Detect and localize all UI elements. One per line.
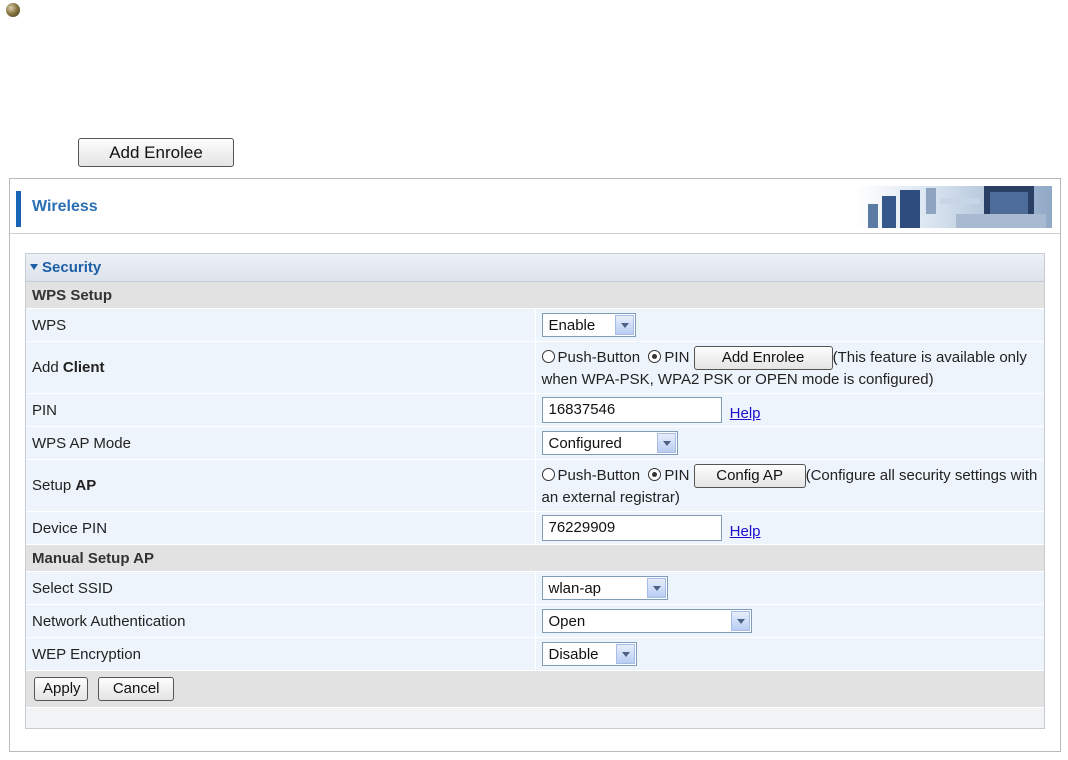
pin-label: PIN	[26, 393, 536, 427]
manual-setup-group: Manual Setup AP	[26, 544, 1044, 572]
footer-row: Apply Cancel	[26, 670, 1044, 708]
wps-select[interactable]: Enable	[541, 313, 636, 337]
pin-row: PIN 16837546 Help	[26, 393, 1044, 427]
setup-pin-radio-label: PIN	[664, 466, 690, 484]
wps-setup-group-label: WPS Setup	[26, 282, 1044, 309]
wps-select-value: Enable	[548, 317, 596, 334]
wps-row: WPS Enable	[26, 308, 1044, 342]
ap-mode-select-value: Configured	[548, 435, 622, 452]
device-pin-field[interactable]: 76229909	[541, 515, 722, 541]
triangle-down-icon	[30, 264, 38, 270]
wps-setup-group: WPS Setup	[26, 282, 1044, 309]
pin-field[interactable]: 16837546	[541, 397, 722, 423]
auth-row: Network Authentication Open	[26, 604, 1044, 638]
wep-row: WEP Encryption Disable	[26, 637, 1044, 671]
manual-setup-group-label: Manual Setup AP	[26, 544, 1044, 572]
setup-pin-radio[interactable]	[648, 468, 662, 482]
ssid-select-value: wlan-ap	[548, 580, 602, 597]
chevron-down-icon	[615, 644, 635, 664]
office-banner-image	[856, 186, 1052, 228]
cancel-button[interactable]: Cancel	[98, 677, 175, 701]
device-pin-row: Device PIN 76229909 Help	[26, 511, 1044, 545]
security-title-text: Security	[42, 259, 102, 276]
auth-select[interactable]: Open	[541, 609, 752, 633]
setup-ap-label: Setup AP	[26, 459, 536, 512]
page-title: Wireless	[32, 198, 98, 215]
auth-select-value: Open	[548, 613, 586, 630]
push-button-label: Push-Button	[557, 348, 641, 366]
ap-mode-select[interactable]: Configured	[541, 431, 678, 455]
bullet-icon	[6, 3, 20, 17]
config-ap-button[interactable]: Config AP	[693, 463, 806, 488]
wep-select-value: Disable	[548, 646, 599, 663]
ap-mode-row: WPS AP Mode Configured	[26, 426, 1044, 460]
chevron-down-icon	[646, 578, 666, 598]
ssid-select[interactable]: wlan-ap	[541, 576, 668, 600]
pin-radio-label: PIN	[664, 348, 690, 366]
pin-radio[interactable]	[648, 350, 662, 364]
chevron-down-icon	[730, 611, 750, 631]
chevron-down-icon	[656, 433, 676, 453]
setup-ap-row: Setup AP Push-Button PIN Config AP (Confi…	[26, 459, 1044, 512]
add-enrolee-button[interactable]: Add Enrolee	[693, 345, 833, 370]
chevron-down-icon	[614, 315, 634, 335]
device-pin-label: Device PIN	[26, 511, 536, 545]
push-button-radio[interactable]	[541, 350, 555, 364]
add-client-row: Add Client Push-Button PIN Add Enrolee (T…	[26, 341, 1044, 394]
apply-button[interactable]: Apply	[34, 677, 88, 701]
setup-push-button-label: Push-Button	[557, 466, 641, 484]
wireless-panel: Wireless Security WPS Setup WPS Enable A…	[9, 178, 1061, 752]
setup-push-button-radio[interactable]	[541, 468, 555, 482]
add-client-label: Add Client	[26, 341, 536, 394]
ap-mode-label: WPS AP Mode	[26, 426, 536, 460]
ssid-row: Select SSID wlan-ap	[26, 571, 1044, 605]
device-pin-help-link[interactable]: Help	[730, 523, 761, 540]
wep-label: WEP Encryption	[26, 637, 536, 671]
pin-help-link[interactable]: Help	[730, 405, 761, 422]
add-enrolee-button-top[interactable]: Add Enrolee	[78, 138, 234, 167]
security-section: Security WPS Setup WPS Enable Add Client…	[25, 253, 1045, 729]
ssid-label: Select SSID	[26, 571, 536, 605]
wps-label: WPS	[26, 308, 536, 342]
auth-label: Network Authentication	[26, 604, 536, 638]
header-accent-bar	[16, 191, 21, 227]
wep-select[interactable]: Disable	[541, 642, 637, 666]
security-section-title[interactable]: Security	[26, 254, 1044, 282]
panel-header: Wireless	[10, 179, 1060, 234]
security-form: WPS Setup WPS Enable Add Client Push-But…	[26, 282, 1044, 708]
